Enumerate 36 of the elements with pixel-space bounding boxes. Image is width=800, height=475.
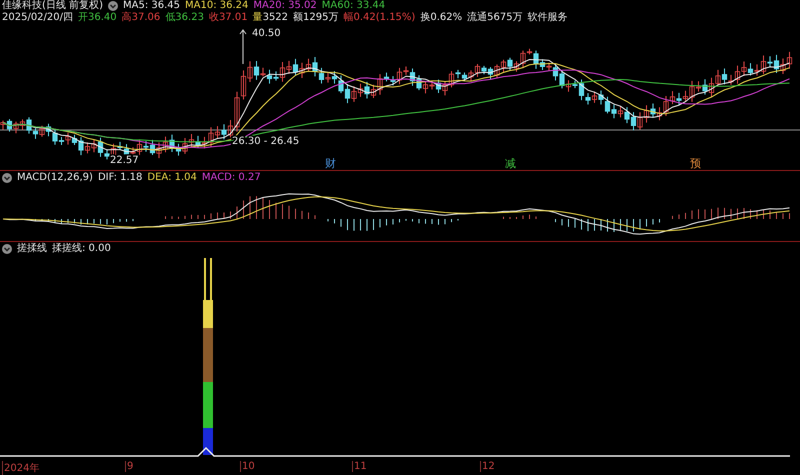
quote-field: 高37.06 — [122, 12, 160, 24]
low-price-label: 22.57 — [110, 155, 139, 166]
indicator-value: MACD: 0.27 — [202, 172, 261, 184]
quote-field: 低36.23 — [165, 12, 204, 24]
dropdown-icon[interactable] — [2, 173, 12, 183]
time-axis-label: 12 — [480, 461, 495, 472]
event-marker: 减 — [505, 157, 516, 170]
event-marker: 财 — [325, 157, 336, 170]
indicator-title: 搓揉线 — [17, 243, 47, 255]
time-axis-label: 11 — [352, 461, 367, 472]
quote-field: 收37.01 — [208, 12, 248, 24]
quote-field: 软件服务 — [528, 12, 568, 24]
time-axis-label: 9 — [125, 461, 134, 472]
moving-average-value: MA20: 35.02 — [253, 0, 317, 12]
event-marker: 预 — [690, 157, 701, 170]
indicator-value: DEA: 1.04 — [147, 172, 197, 184]
quote-field: 额1295万 — [293, 12, 338, 24]
quote-field: 换0.62% — [420, 12, 462, 24]
moving-average-value: MA60: 33.44 — [322, 0, 386, 12]
quote-field: 2025/02/20/四 — [2, 12, 74, 24]
dropdown-icon[interactable] — [108, 1, 118, 11]
high-marker-arrow — [240, 29, 246, 64]
indicator-title: MACD(12,26,9) — [17, 172, 93, 184]
time-axis-label: 2024年 — [2, 461, 40, 475]
high-price-label: 40.50 — [252, 28, 281, 39]
quote-field: 开36.40 — [78, 12, 117, 24]
time-axis-label: 10 — [240, 461, 255, 472]
indicator-value: DIF: 1.18 — [98, 172, 142, 184]
quote-field: 幅0.42(1.15%) — [343, 12, 416, 24]
indicator-value: 揉搓线: 0.00 — [52, 243, 111, 255]
moving-average-value: MA5: 36.45 — [122, 0, 180, 12]
moving-average-value: MA10: 36.24 — [185, 0, 248, 12]
quote-field: 量3522 — [252, 12, 288, 24]
dropdown-icon[interactable] — [2, 244, 12, 254]
quote-field: 流通5675万 — [467, 12, 523, 24]
chart-title: 佳缘科技(日线 前复权) — [2, 0, 103, 12]
